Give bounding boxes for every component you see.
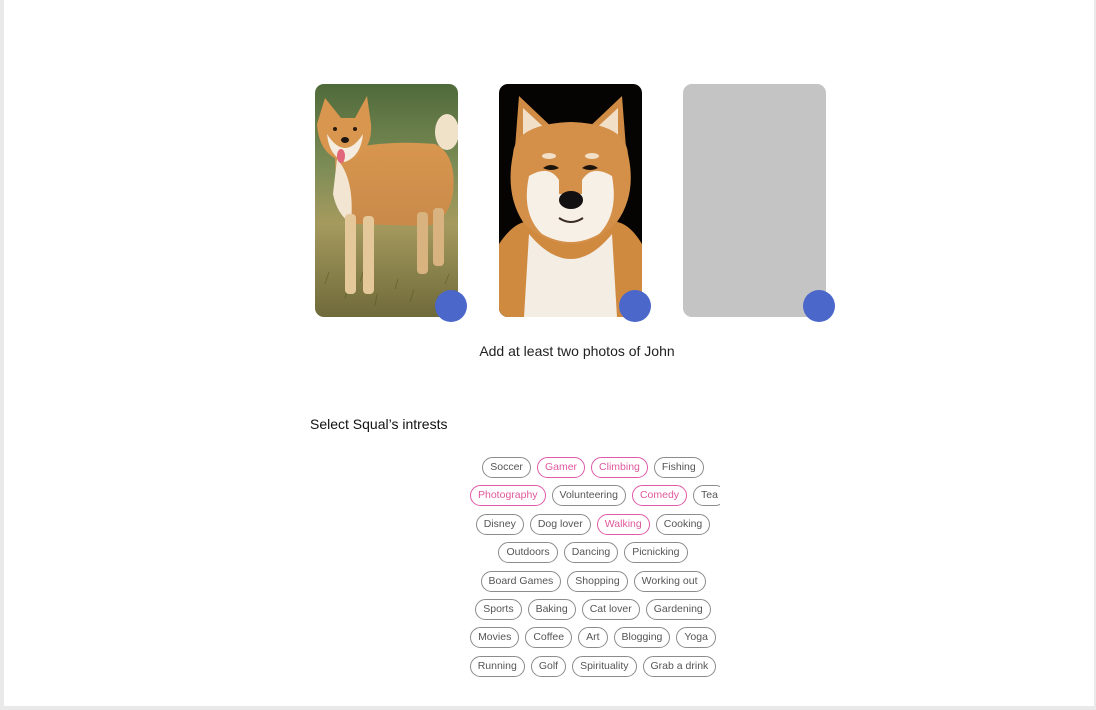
interest-chip[interactable]: Walking <box>596 513 650 535</box>
interest-chip[interactable]: Fishing <box>653 457 704 478</box>
interest-chip[interactable]: Cat lover <box>581 598 640 620</box>
interests-title: Select Squal’s intrests <box>310 416 448 432</box>
interests-chip-group: Soccer Gamer Climbing Fishing Photography Vol… <box>466 457 720 683</box>
add-photo-button-2[interactable] <box>619 290 651 322</box>
interests-row: Board Games Shopping Working out <box>466 570 720 594</box>
interest-chip[interactable]: Photography <box>470 485 546 507</box>
interests-row: Movies Coffee Art Blogging Yoga <box>466 627 720 650</box>
shiba-standing-image <box>315 84 458 317</box>
interests-row: Soccer Gamer Climbing Fishing <box>466 457 720 480</box>
interest-chip[interactable]: Dog lover <box>529 513 591 535</box>
interest-chip[interactable]: Volunteering <box>551 485 626 507</box>
interest-chip[interactable]: Gardening <box>645 598 711 620</box>
photo-hint-text: Add at least two photos of John <box>479 343 675 359</box>
interest-chip[interactable]: Running <box>469 655 525 677</box>
interest-chip[interactable]: Coffee <box>525 627 573 649</box>
add-photo-button-1[interactable] <box>435 290 467 322</box>
photo-slot-3-placeholder[interactable] <box>683 84 826 317</box>
interest-chip[interactable]: Picnicking <box>624 542 688 564</box>
interest-chip[interactable]: Blogging <box>613 627 671 649</box>
interests-row: Disney Dog lover Walking Cooking <box>466 513 720 537</box>
add-photo-button-3[interactable] <box>803 290 835 322</box>
interests-row: Photography Volunteering Comedy Tea <box>466 485 720 508</box>
interest-chip[interactable]: Disney <box>475 513 524 535</box>
interest-chip[interactable]: Outdoors <box>498 542 558 564</box>
interest-chip[interactable]: Dancing <box>563 542 619 564</box>
interest-chip[interactable]: Soccer <box>482 457 531 478</box>
interest-chip[interactable]: Baking <box>527 598 576 620</box>
interest-chip[interactable]: Tea <box>693 485 720 507</box>
shiba-portrait-image <box>499 84 642 317</box>
interest-chip[interactable]: Art <box>578 627 608 649</box>
interest-chip[interactable]: Spirituality <box>572 655 637 677</box>
photo-slot-1[interactable] <box>315 84 458 317</box>
interest-chip[interactable]: Gamer <box>536 457 586 478</box>
interest-chip[interactable]: Cooking <box>655 513 711 535</box>
interests-row: Sports Baking Cat lover Gardening <box>466 598 720 622</box>
interest-chip[interactable]: Climbing <box>591 457 648 478</box>
interests-row: Outdoors Dancing Picnicking <box>466 542 720 565</box>
interest-chip[interactable]: Working out <box>633 570 706 592</box>
interests-row: Running Golf Spirituality Grab a drink <box>466 655 720 679</box>
interest-chip[interactable]: Movies <box>470 627 520 649</box>
interest-chip[interactable]: Grab a drink <box>642 655 717 677</box>
interest-chip[interactable]: Yoga <box>676 627 716 649</box>
interest-chip[interactable]: Sports <box>475 598 522 620</box>
interest-chip[interactable]: Shopping <box>567 570 628 592</box>
interest-chip[interactable]: Board Games <box>480 570 562 592</box>
photo-slot-2[interactable] <box>499 84 642 317</box>
interest-chip[interactable]: Golf <box>530 655 567 677</box>
profile-setup-page: Add at least two photos of John Select S… <box>4 0 1094 706</box>
interest-chip[interactable]: Comedy <box>631 485 688 507</box>
